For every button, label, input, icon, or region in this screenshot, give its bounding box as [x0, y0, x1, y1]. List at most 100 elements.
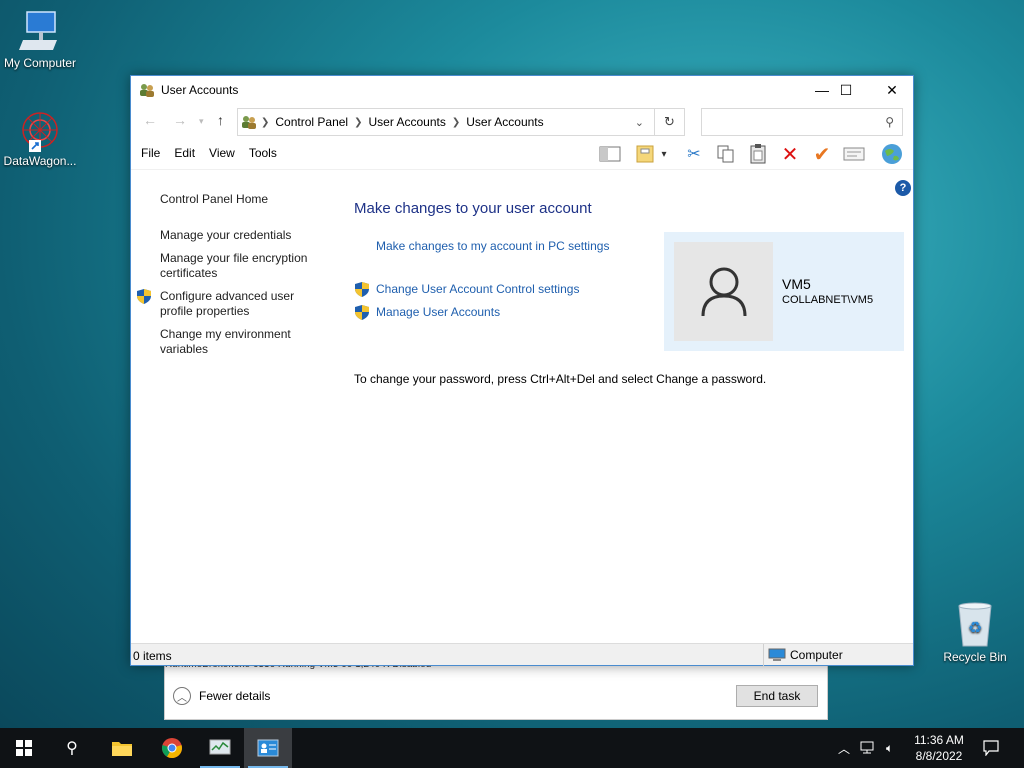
search-input[interactable]: ⚲	[701, 108, 903, 136]
datawagon-icon	[22, 112, 58, 152]
globe-icon[interactable]	[879, 142, 905, 166]
task-manager-icon	[209, 739, 231, 755]
recent-dropdown-icon[interactable]: ▾	[199, 116, 204, 127]
desktop-icon-label: Recycle Bin	[943, 650, 1007, 664]
breadcrumb-user-accounts[interactable]: User Accounts	[369, 115, 446, 129]
network-icon[interactable]	[860, 741, 876, 755]
desktop-icon-my-computer[interactable]: My Computer	[0, 10, 80, 70]
taskbar-clock[interactable]: 11:36 AM 8/8/2022	[908, 732, 970, 764]
account-card: VM5 COLLABNET\VM5	[664, 232, 904, 351]
fewer-details-button[interactable]: ︿ Fewer details	[173, 687, 270, 705]
uac-shield-icon	[137, 289, 151, 304]
delete-icon[interactable]: ✕	[777, 142, 803, 166]
taskbar-control-panel[interactable]	[244, 728, 292, 768]
checkmark-icon[interactable]: ✔	[809, 142, 835, 166]
uac-shield-icon	[355, 282, 369, 297]
address-dropdown-icon[interactable]: ⌄	[635, 116, 644, 129]
breadcrumb-separator-icon: ❯	[261, 116, 270, 128]
user-icon	[701, 267, 746, 316]
clock-date: 8/8/2022	[915, 749, 963, 763]
computer-icon	[19, 11, 57, 50]
desktop-icon-label: DataWagon...	[3, 154, 77, 168]
copy-icon[interactable]	[713, 142, 739, 166]
breadcrumb-user-accounts-current[interactable]: User Accounts	[466, 115, 543, 129]
title-bar[interactable]: User Accounts — ☐ ✕	[131, 76, 913, 104]
account-domain: COLLABNET\VM5	[782, 294, 874, 306]
paste-icon[interactable]	[745, 142, 771, 166]
notification-center-button[interactable]	[968, 728, 1014, 768]
task-manager-window: RuntimeBroker.exe 6336 Running VM5 00 1,…	[164, 660, 828, 720]
breadcrumb-separator-icon: ❯	[451, 116, 461, 128]
user-accounts-icon	[140, 84, 154, 97]
taskbar-chrome[interactable]	[148, 728, 196, 768]
forward-arrow-icon[interactable]: →	[173, 112, 187, 128]
menu-file[interactable]: File	[141, 146, 160, 160]
refresh-button[interactable]: ↻	[655, 108, 685, 136]
menu-view[interactable]: View	[209, 146, 235, 160]
search-icon: ⚲	[66, 740, 78, 757]
password-note: To change your password, press Ctrl+Alt+…	[354, 372, 767, 386]
fewer-details-label: Fewer details	[199, 689, 271, 703]
manage-user-accounts-link[interactable]: Manage User Accounts	[376, 305, 676, 319]
search-icon: ⚲	[885, 115, 894, 129]
properties-icon[interactable]	[841, 142, 867, 166]
help-icon[interactable]: ?	[895, 180, 911, 196]
user-accounts-window: User Accounts — ☐ ✕ ← → ▾ ↑ ❯ Control Pa…	[130, 75, 914, 666]
folder-icon	[112, 742, 132, 756]
recycle-bin-icon: ♻	[958, 602, 992, 647]
control-panel-icon	[242, 116, 256, 129]
menu-bar: File Edit View Tools	[141, 146, 277, 160]
desktop-icon-recycle-bin[interactable]: ♻ Recycle Bin	[935, 602, 1015, 664]
folder-view-icon[interactable]	[633, 142, 659, 166]
start-button[interactable]	[0, 728, 48, 768]
uac-shield-icon	[355, 305, 369, 320]
control-panel-icon	[257, 739, 279, 757]
address-bar[interactable]: ❯ Control Panel ❯ User Accounts ❯ User A…	[237, 108, 655, 136]
address-row: ← → ▾ ↑ ❯ Control Panel ❯ User Accounts …	[131, 104, 913, 136]
notification-icon	[983, 740, 999, 756]
sidebar-link-file-encryption[interactable]: Manage your file encryption certificates	[160, 251, 330, 281]
computer-icon	[768, 648, 786, 661]
chevron-up-icon[interactable]: ︿	[838, 740, 850, 757]
status-bar: 0 items Computer	[131, 643, 913, 666]
sidebar-link-control-panel-home[interactable]: Control Panel Home	[160, 192, 330, 207]
window-title: User Accounts	[161, 83, 239, 97]
end-task-button[interactable]: End task	[736, 685, 818, 707]
back-arrow-icon[interactable]: ←	[143, 112, 157, 128]
page-title: Make changes to your user account	[354, 200, 592, 217]
account-name: VM5	[782, 276, 811, 292]
chrome-icon	[162, 738, 182, 759]
svg-text:♻: ♻	[968, 618, 982, 637]
desktop-icon-label: My Computer	[3, 56, 77, 70]
menu-edit[interactable]: Edit	[174, 146, 195, 160]
status-location-label: Computer	[790, 648, 843, 662]
taskbar-file-explorer[interactable]	[98, 728, 146, 768]
cut-icon[interactable]: ✂	[681, 142, 707, 166]
breadcrumb-control-panel[interactable]: Control Panel	[275, 115, 348, 129]
maximize-button[interactable]: ☐	[823, 76, 869, 104]
breadcrumb-separator-icon: ❯	[354, 116, 363, 128]
pane-toggle-icon[interactable]	[597, 142, 623, 166]
uac-settings-link[interactable]: Change User Account Control settings	[376, 282, 676, 296]
menu-tools[interactable]: Tools	[249, 146, 277, 160]
close-button[interactable]: ✕	[869, 76, 915, 104]
menu-toolbar-row: File Edit View Tools ▾ ✂ ✕ ✔	[131, 136, 913, 170]
chevron-up-icon: ︿	[173, 687, 191, 705]
volume-icon[interactable]: 🔈︎	[886, 741, 893, 756]
pc-settings-link[interactable]: Make changes to my account in PC setting…	[376, 239, 676, 253]
up-arrow-icon[interactable]: ↑	[217, 112, 224, 128]
search-taskbar-button[interactable]: ⚲	[48, 728, 96, 768]
sidebar-link-manage-credentials[interactable]: Manage your credentials	[160, 228, 330, 243]
desktop-icon-datawagon[interactable]: DataWagon...	[0, 110, 80, 168]
taskbar: ⚲ ︿ 🔈︎ 11:36 AM 8/8/2022	[0, 728, 1024, 768]
view-dropdown-icon[interactable]: ▾	[657, 142, 671, 166]
sidebar-link-advanced-profile[interactable]: Configure advanced user profile properti…	[160, 289, 330, 319]
system-tray: ︿ 🔈︎	[838, 728, 893, 768]
item-count: 0 items	[133, 649, 172, 663]
sidebar-link-environment-variables[interactable]: Change my environment variables	[160, 327, 330, 357]
avatar	[674, 242, 773, 341]
taskbar-task-manager[interactable]	[196, 728, 244, 768]
windows-logo-icon	[16, 740, 32, 756]
clock-time: 11:36 AM	[914, 733, 964, 747]
status-location: Computer	[763, 644, 843, 666]
